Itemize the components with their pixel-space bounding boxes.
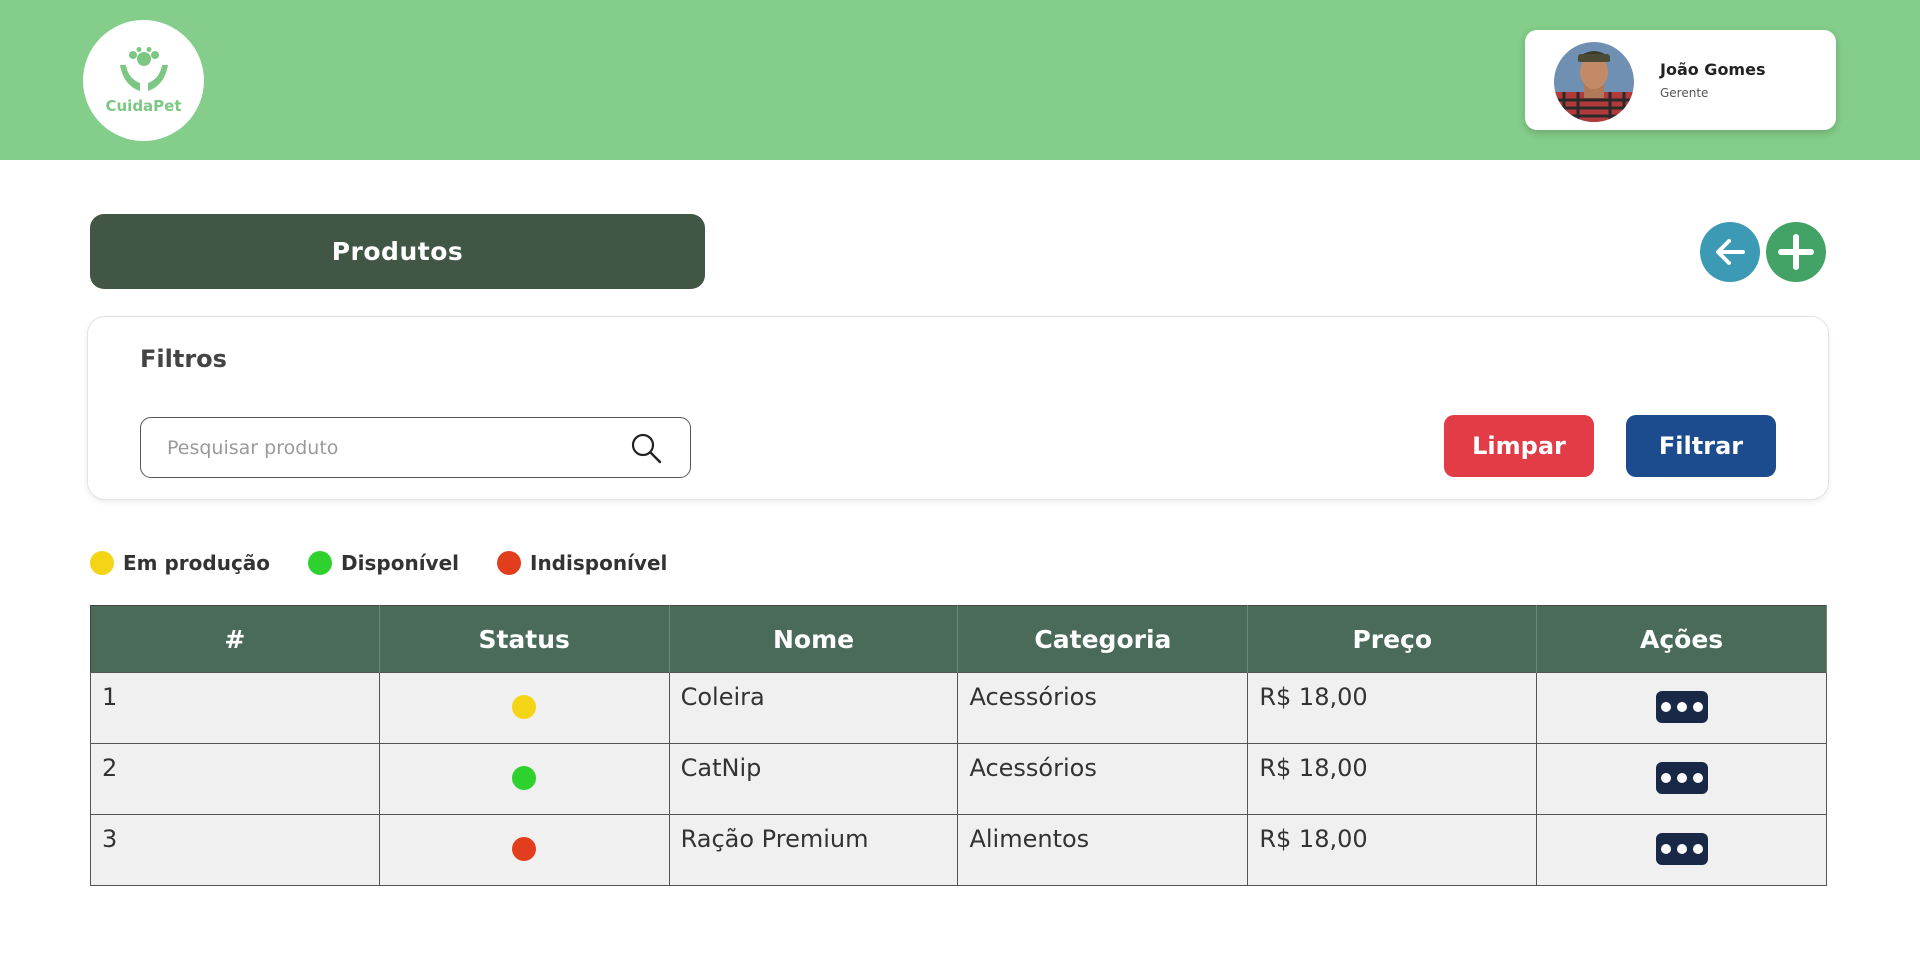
legend-label: Em produção bbox=[123, 551, 271, 575]
column-header-price[interactable]: Preço bbox=[1247, 605, 1538, 673]
top-header: CuidaPet João Gomes Gerente bbox=[0, 0, 1920, 160]
search-icon[interactable] bbox=[630, 432, 662, 464]
column-header-id[interactable]: # bbox=[90, 605, 380, 673]
column-header-status[interactable]: Status bbox=[379, 605, 670, 673]
cell-status bbox=[378, 743, 670, 815]
back-button[interactable] bbox=[1700, 222, 1760, 282]
status-legend: Em produção Disponível Indisponível bbox=[90, 550, 705, 576]
brand-logo[interactable]: CuidaPet bbox=[83, 20, 204, 141]
cell-name: CatNip bbox=[668, 743, 959, 815]
products-table: # Status Nome Categoria Preço Ações 1 Co… bbox=[90, 605, 1827, 886]
legend-label: Disponível bbox=[341, 551, 459, 575]
search-input[interactable] bbox=[167, 432, 607, 464]
cell-category: Alimentos bbox=[957, 814, 1249, 886]
cell-actions bbox=[1536, 814, 1827, 886]
cell-actions bbox=[1536, 672, 1827, 744]
more-actions-button[interactable] bbox=[1655, 691, 1708, 723]
column-header-name[interactable]: Nome bbox=[669, 605, 959, 673]
filter-button[interactable]: Filtrar bbox=[1626, 415, 1776, 477]
status-yellow-dot-icon bbox=[512, 695, 537, 719]
add-product-button[interactable] bbox=[1766, 222, 1826, 282]
cell-id: 1 bbox=[90, 672, 380, 744]
cell-actions bbox=[1536, 743, 1827, 815]
status-red-dot-icon bbox=[512, 837, 537, 861]
search-box[interactable] bbox=[140, 417, 691, 478]
arrow-left-icon bbox=[1716, 239, 1745, 265]
legend-item-in-production: Em produção bbox=[90, 551, 270, 575]
avatar bbox=[1554, 42, 1634, 122]
cell-status bbox=[378, 672, 670, 744]
yellow-dot-icon bbox=[90, 551, 114, 575]
column-header-category[interactable]: Categoria bbox=[957, 605, 1249, 673]
user-role: Gerente bbox=[1660, 86, 1709, 100]
more-actions-button[interactable] bbox=[1655, 833, 1708, 865]
status-green-dot-icon bbox=[512, 766, 537, 790]
cell-price: R$ 18,00 bbox=[1247, 672, 1538, 744]
cell-price: R$ 18,00 bbox=[1247, 743, 1538, 815]
cell-category: Acessórios bbox=[957, 743, 1249, 815]
filters-panel: Filtros Limpar Filtrar bbox=[87, 316, 1829, 500]
cell-id: 3 bbox=[90, 814, 380, 886]
column-header-actions: Ações bbox=[1536, 605, 1827, 673]
legend-item-available: Disponível bbox=[308, 551, 459, 575]
legend-label: Indisponível bbox=[530, 551, 668, 575]
clear-button[interactable]: Limpar bbox=[1444, 415, 1594, 477]
user-name: João Gomes bbox=[1660, 60, 1766, 79]
user-profile-card[interactable]: João Gomes Gerente bbox=[1525, 30, 1836, 130]
table-row[interactable]: 1 Coleira Acessórios R$ 18,00 bbox=[90, 672, 1827, 744]
cell-name: Coleira bbox=[668, 672, 959, 744]
cell-status bbox=[378, 814, 670, 886]
green-dot-icon bbox=[308, 551, 333, 575]
filters-title: Filtros bbox=[140, 345, 227, 373]
plus-icon bbox=[1778, 234, 1814, 270]
cell-price: R$ 18,00 bbox=[1247, 814, 1538, 886]
more-actions-button[interactable] bbox=[1655, 762, 1708, 794]
table-row[interactable]: 3 Ração Premium Alimentos R$ 18,00 bbox=[90, 814, 1827, 886]
page-title: Produtos bbox=[90, 214, 705, 289]
paw-hands-icon bbox=[119, 46, 168, 91]
cell-name: Ração Premium bbox=[668, 814, 959, 886]
cell-category: Acessórios bbox=[957, 672, 1249, 744]
cell-id: 2 bbox=[90, 743, 380, 815]
brand-name: CuidaPet bbox=[105, 96, 182, 115]
red-dot-icon bbox=[497, 551, 521, 575]
legend-item-unavailable: Indisponível bbox=[497, 551, 667, 575]
table-row[interactable]: 2 CatNip Acessórios R$ 18,00 bbox=[90, 743, 1827, 815]
table-header-row: # Status Nome Categoria Preço Ações bbox=[90, 605, 1827, 673]
